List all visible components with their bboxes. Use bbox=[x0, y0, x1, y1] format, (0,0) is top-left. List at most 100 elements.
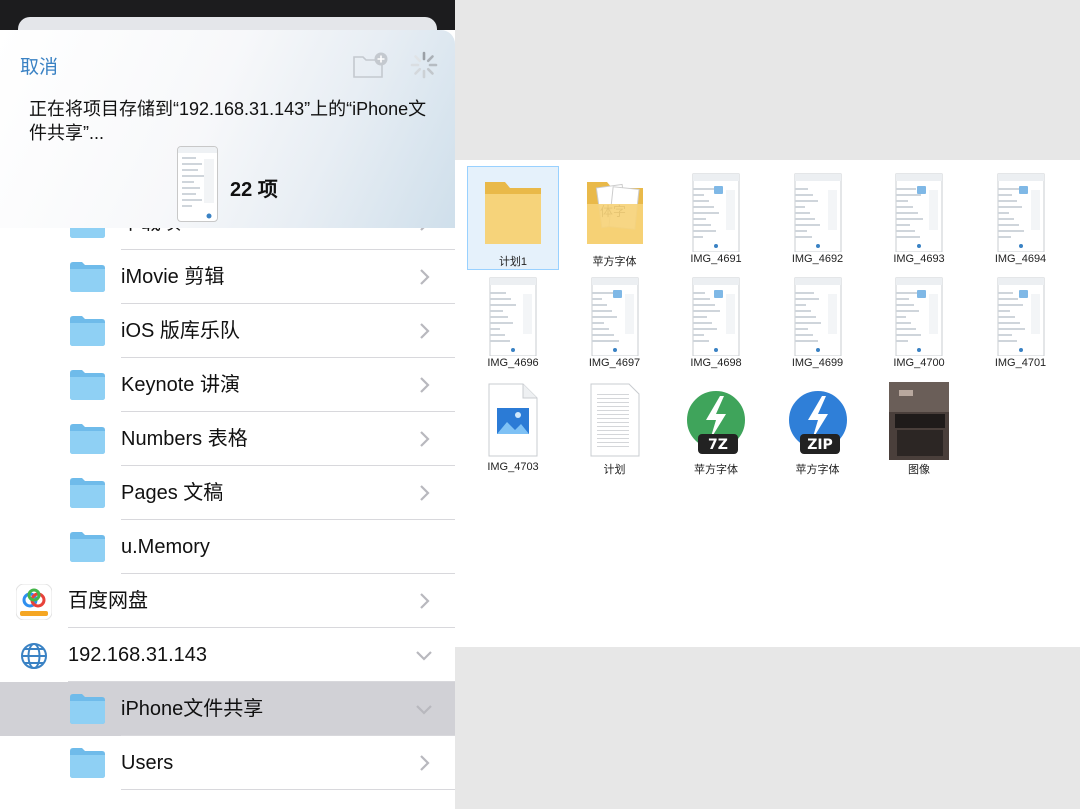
file-name: IMG_4701 bbox=[994, 357, 1047, 369]
location-label: 百度网盘 bbox=[68, 590, 148, 612]
file-name: 图像 bbox=[908, 464, 930, 476]
globe-icon bbox=[21, 643, 47, 669]
screenshot-icon bbox=[692, 277, 740, 356]
location-label: iMovie 剪辑 bbox=[121, 266, 225, 288]
file-name: IMG_4697 bbox=[588, 357, 641, 369]
screenshot-thumbnail bbox=[177, 146, 218, 222]
folder-icon bbox=[70, 316, 105, 346]
row-separator bbox=[121, 789, 455, 790]
screenshot-icon bbox=[997, 277, 1044, 356]
folder-icon bbox=[70, 262, 105, 292]
file-item[interactable]: IMG_4692 bbox=[772, 166, 864, 270]
folder-icon bbox=[70, 424, 105, 454]
location-label: iOS 版库乐队 bbox=[121, 320, 240, 342]
screenshot-icon bbox=[997, 173, 1044, 252]
folder-icon bbox=[485, 182, 541, 244]
folder-icon bbox=[70, 532, 105, 562]
screenshot-icon bbox=[895, 173, 943, 252]
archive-badge: 7Z bbox=[708, 437, 728, 453]
chevron-down-icon[interactable] bbox=[415, 646, 433, 664]
file-name: IMG_4694 bbox=[994, 253, 1047, 265]
file-name: IMG_4699 bbox=[791, 357, 844, 369]
location-row-8[interactable]: 192.168.31.143 bbox=[0, 628, 455, 682]
file-item[interactable]: 图像 bbox=[873, 374, 965, 478]
explorer-file-grid: 计划1 体字 苹方字体 IMG_4691 IMG_4692 IMG_4693 I… bbox=[455, 160, 1080, 647]
location-row-3[interactable]: Keynote 讲演 bbox=[0, 358, 455, 412]
save-status-message: 正在将项目存储到“192.168.31.143”上的“iPhone文件共享”..… bbox=[29, 99, 427, 143]
folder-icon bbox=[70, 370, 105, 400]
chevron-right-icon[interactable] bbox=[415, 484, 433, 502]
chevron-right-icon[interactable] bbox=[415, 430, 433, 448]
screenshot-icon bbox=[489, 277, 537, 356]
location-row-2[interactable]: iOS 版库乐队 bbox=[0, 304, 455, 358]
file-name: IMG_4703 bbox=[487, 461, 539, 473]
file-item[interactable]: IMG_4697 bbox=[569, 270, 661, 374]
loading-spinner-icon bbox=[410, 51, 438, 79]
file-item[interactable]: IMG_4700 bbox=[873, 270, 965, 374]
file-name: 计划 bbox=[603, 464, 626, 476]
save-progress-sheet: 取消 正在将项目存储到“192.168.31.143”上的“iPhone文件共享… bbox=[0, 30, 455, 228]
file-item[interactable]: IMG_4699 bbox=[772, 270, 864, 374]
file-item[interactable]: IMG_4701 bbox=[975, 270, 1067, 374]
file-name: IMG_4696 bbox=[487, 357, 539, 369]
file-item[interactable]: IMG_4698 bbox=[670, 270, 762, 374]
screenshot-icon bbox=[692, 173, 740, 252]
location-label: Numbers 表格 bbox=[121, 428, 248, 450]
chevron-right-icon[interactable] bbox=[415, 592, 433, 610]
location-label: Keynote 讲演 bbox=[121, 374, 240, 396]
file-item[interactable]: 计划 bbox=[569, 374, 661, 478]
baidu-netdisk-icon bbox=[16, 584, 52, 620]
folder-icon bbox=[70, 478, 105, 508]
file-item[interactable]: IMG_4693 bbox=[873, 166, 965, 270]
ios-files-panel: 下载项 iMovie 剪辑 iOS 版库乐队 Keynote 讲演 Number… bbox=[0, 0, 455, 809]
location-row-7[interactable]: 百度网盘 bbox=[0, 574, 455, 628]
folder-icon bbox=[70, 694, 105, 724]
location-label: 192.168.31.143 bbox=[68, 644, 208, 666]
file-name: 苹方字体 bbox=[694, 464, 738, 476]
folder-with-docs-icon: 体字 bbox=[586, 182, 643, 244]
file-item[interactable]: 7Z 苹方字体 bbox=[670, 374, 762, 478]
zip-archive-icon: ZIP bbox=[786, 389, 849, 454]
status-bar-area bbox=[0, 0, 455, 47]
file-item[interactable]: IMG_4696 bbox=[467, 270, 559, 374]
7z-archive-icon: 7Z bbox=[685, 389, 747, 454]
file-name: IMG_4693 bbox=[893, 253, 945, 265]
file-name: IMG_4698 bbox=[690, 357, 742, 369]
chevron-down-icon[interactable] bbox=[415, 700, 433, 718]
image-file-icon bbox=[488, 383, 538, 457]
cancel-button[interactable]: 取消 bbox=[20, 52, 58, 79]
file-item[interactable]: 计划1 bbox=[467, 166, 559, 270]
file-name: IMG_4691 bbox=[690, 253, 742, 265]
location-row-6[interactable]: u.Memory bbox=[0, 520, 455, 574]
file-name: 苹方字体 bbox=[592, 256, 637, 268]
location-row-4[interactable]: Numbers 表格 bbox=[0, 412, 455, 466]
location-row-10[interactable]: Users bbox=[0, 736, 455, 790]
screenshot-icon bbox=[591, 277, 638, 356]
location-row-1[interactable]: iMovie 剪辑 bbox=[0, 250, 455, 304]
screenshot-icon bbox=[794, 173, 841, 252]
location-row-5[interactable]: Pages 文稿 bbox=[0, 466, 455, 520]
file-item[interactable]: 体字 苹方字体 bbox=[569, 166, 661, 270]
screenshot-icon bbox=[794, 277, 841, 356]
chevron-right-icon[interactable] bbox=[415, 376, 433, 394]
chevron-right-icon[interactable] bbox=[415, 322, 433, 340]
location-label: iPhone文件共享 bbox=[121, 698, 264, 720]
file-name: IMG_4692 bbox=[791, 253, 844, 265]
location-label: Pages 文稿 bbox=[121, 482, 224, 504]
location-label: u.Memory bbox=[121, 536, 210, 558]
location-label: Users bbox=[121, 752, 174, 774]
archive-badge: ZIP bbox=[807, 437, 833, 453]
file-item[interactable]: IMG_4694 bbox=[975, 166, 1067, 270]
file-name: IMG_4700 bbox=[893, 357, 945, 369]
file-item[interactable]: ZIP 苹方字体 bbox=[772, 374, 864, 478]
file-item[interactable]: IMG_4691 bbox=[670, 166, 762, 270]
photo-thumbnail-icon bbox=[889, 382, 949, 460]
file-name: 苹方字体 bbox=[795, 464, 840, 476]
file-item[interactable]: IMG_4703 bbox=[467, 374, 559, 478]
screenshot-icon bbox=[895, 277, 943, 356]
chevron-right-icon[interactable] bbox=[415, 268, 433, 286]
item-count: 22 项 bbox=[230, 179, 278, 201]
location-row-9[interactable]: iPhone文件共享 bbox=[0, 682, 455, 736]
new-folder-icon[interactable] bbox=[352, 51, 388, 79]
chevron-right-icon[interactable] bbox=[415, 754, 433, 772]
